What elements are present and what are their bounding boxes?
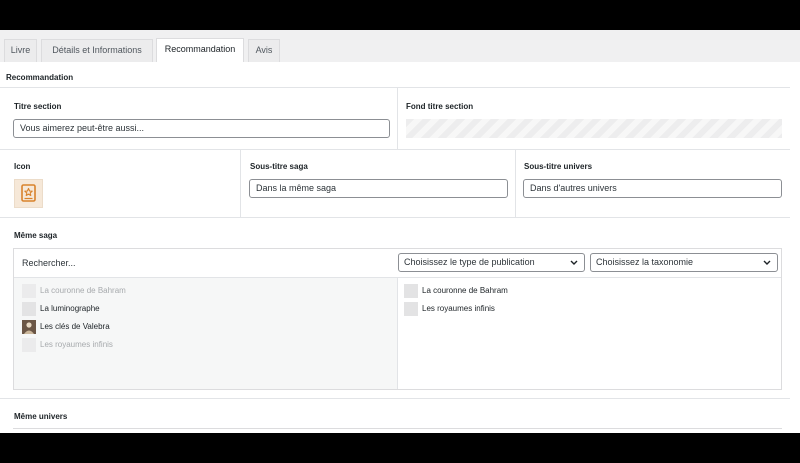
sous-titre-saga-label: Sous-titre saga xyxy=(250,162,308,171)
publication-type-value: Choisissez le type de publication xyxy=(404,257,535,267)
icon-label: Icon xyxy=(14,162,31,171)
publication-type-select[interactable]: Choisissez le type de publication xyxy=(398,253,585,272)
taxonomy-select[interactable]: Choisissez la taxonomie xyxy=(590,253,778,272)
row-divider xyxy=(0,149,790,150)
tab-avis[interactable]: Avis xyxy=(248,39,280,62)
column-divider xyxy=(397,88,398,149)
meme-saga-label: Même saga xyxy=(14,231,58,240)
book-cover-placeholder xyxy=(404,284,418,298)
available-posts-list: La couronne de Bahram La luminographe Le… xyxy=(14,278,397,389)
section-divider xyxy=(0,87,790,88)
meme-univers-box-edge xyxy=(13,428,782,429)
saga-search-input[interactable]: Rechercher... xyxy=(22,258,76,268)
row-divider xyxy=(0,398,790,399)
book-cover-thumbnail xyxy=(22,320,36,334)
book-cover-placeholder xyxy=(404,302,418,316)
book-cover-placeholder xyxy=(22,302,36,316)
tab-recommandation[interactable]: Recommandation xyxy=(156,38,244,63)
icon-picker[interactable] xyxy=(14,179,43,208)
column-divider xyxy=(240,150,241,217)
tab-livre[interactable]: Livre xyxy=(4,39,37,62)
titre-section-label: Titre section xyxy=(14,102,62,111)
book-cover-placeholder xyxy=(22,284,36,298)
sous-titre-univers-input[interactable]: Dans d'autres univers xyxy=(523,179,782,198)
sous-titre-univers-label: Sous-titre univers xyxy=(524,162,593,171)
chevron-down-icon xyxy=(570,260,578,265)
taxonomy-value: Choisissez la taxonomie xyxy=(596,257,694,267)
book-cover-placeholder xyxy=(22,338,36,352)
column-divider xyxy=(515,150,516,217)
row-divider xyxy=(0,217,790,218)
tab-details-informations[interactable]: Détails et Informations xyxy=(41,39,153,62)
recommandation-panel: Recommandation Titre section Vous aimere… xyxy=(0,62,800,433)
editor-screen: Livre Détails et Informations Recommanda… xyxy=(0,30,800,433)
sous-titre-saga-input[interactable]: Dans la même saga xyxy=(249,179,508,198)
meme-univers-label: Même univers xyxy=(14,412,68,421)
tab-bar: Livre Détails et Informations Recommanda… xyxy=(0,38,800,70)
fond-titre-section-label: Fond titre section xyxy=(406,102,474,111)
fond-titre-section-picker[interactable] xyxy=(406,119,782,138)
star-badge-icon xyxy=(21,184,36,202)
titre-section-input[interactable]: Vous aimerez peut-être aussi... xyxy=(13,119,390,138)
meme-saga-relationship: Rechercher... Choisissez le type de publ… xyxy=(13,248,782,390)
selected-posts-list: La couronne de Bahram Les royaumes infin… xyxy=(398,278,781,389)
chevron-down-icon xyxy=(763,260,771,265)
section-title: Recommandation xyxy=(6,73,74,82)
